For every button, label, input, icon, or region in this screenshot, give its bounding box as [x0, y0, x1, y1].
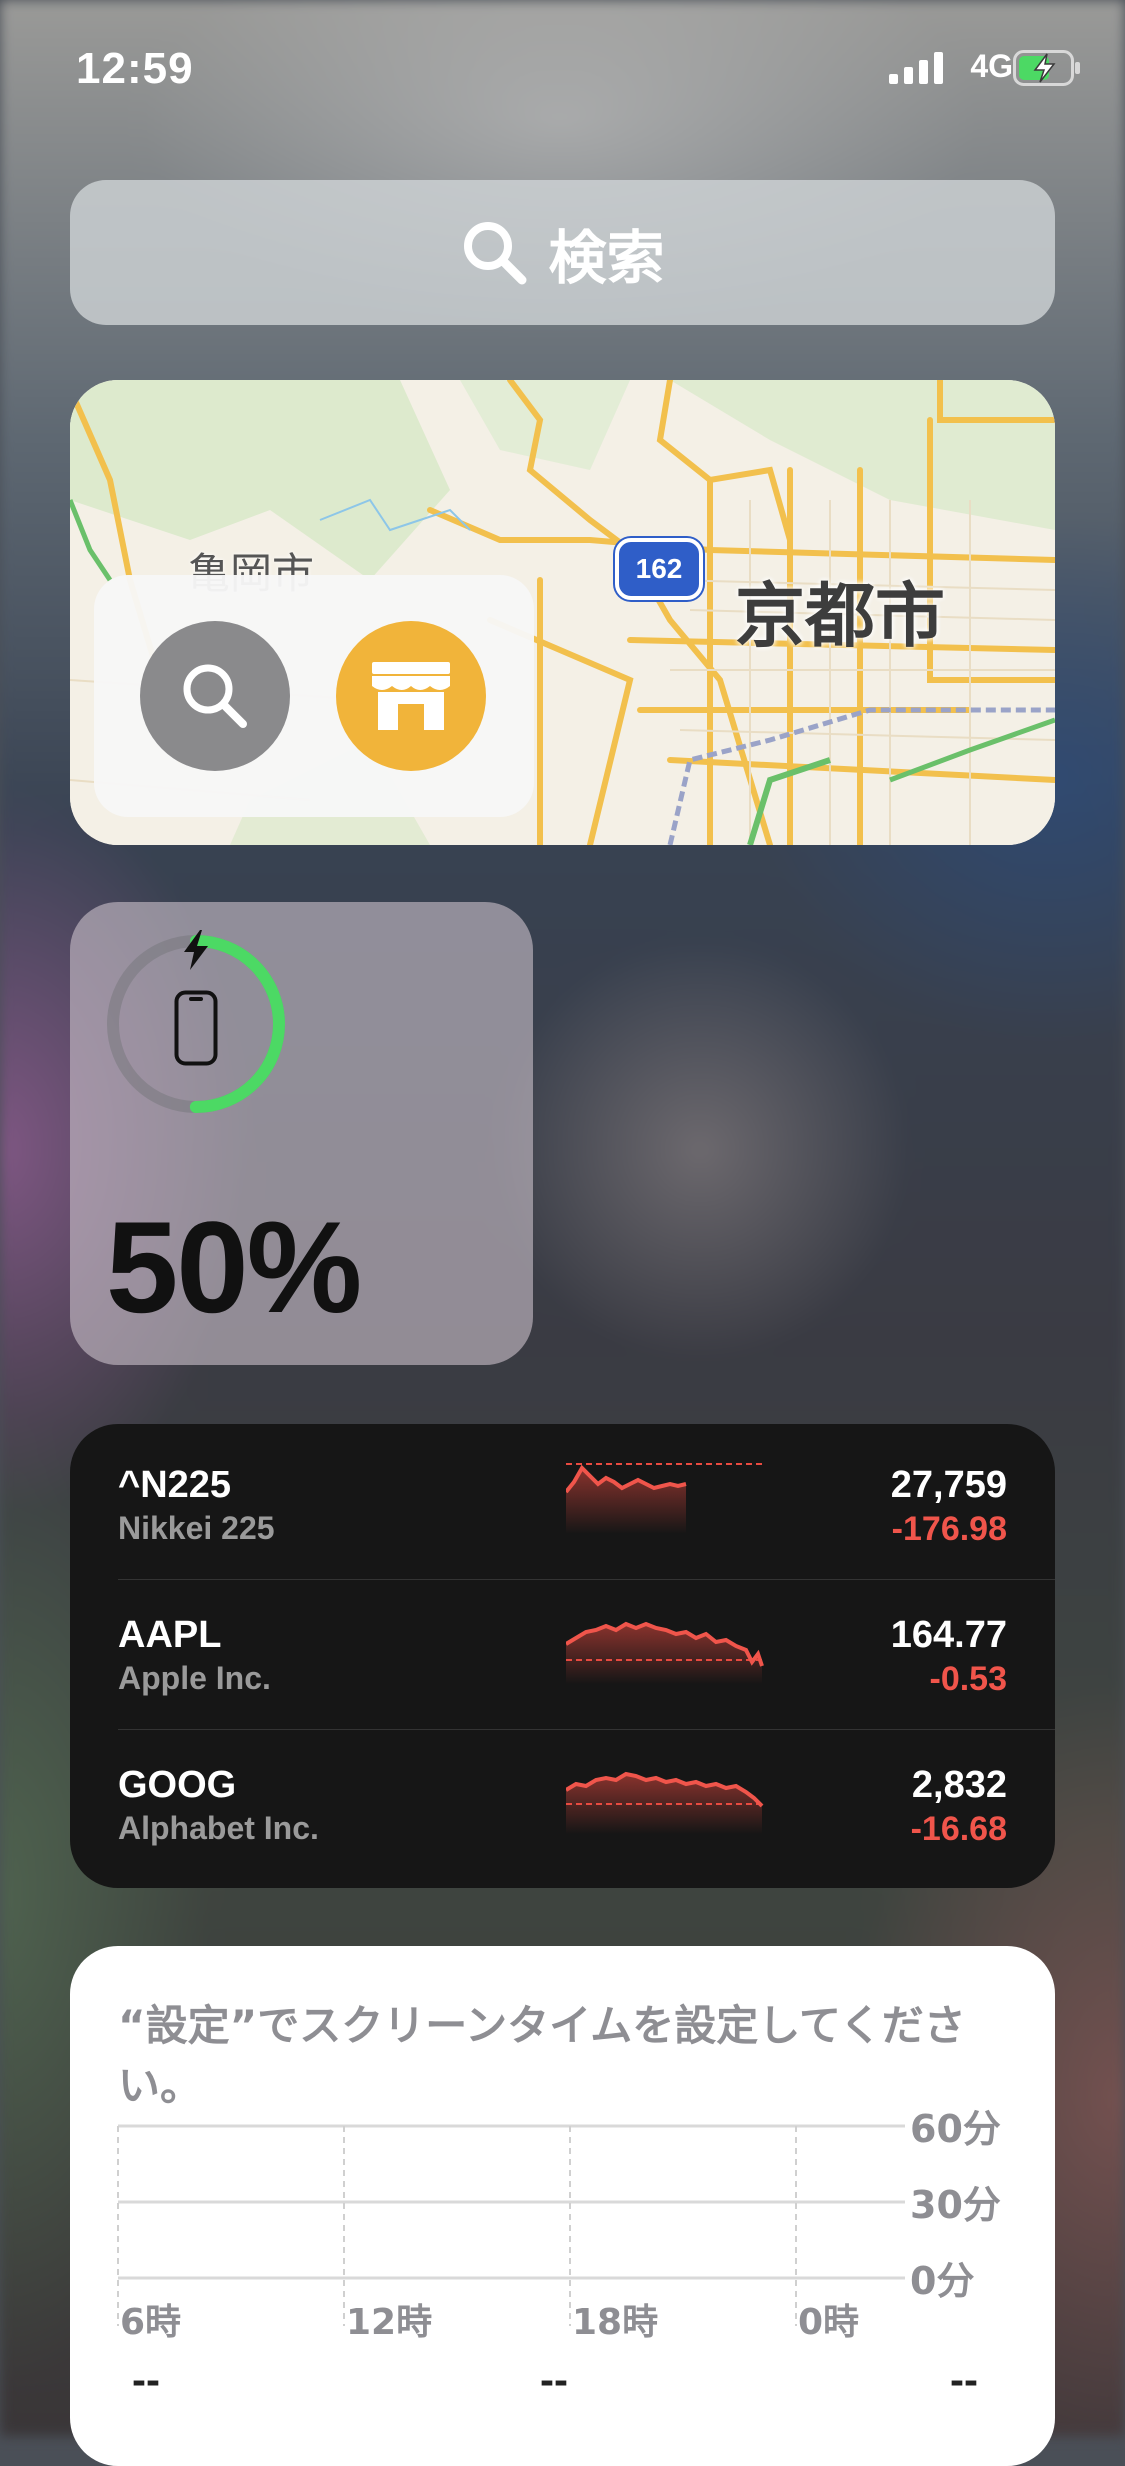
y-tick-label: 0分 [910, 2259, 974, 2303]
stock-price: 164.77 [890, 1614, 1007, 1656]
stock-row[interactable]: AAPL Apple Inc. 164.77 -0.53 [70, 1574, 1055, 1724]
stock-symbol: ^N225 [118, 1464, 232, 1506]
search-bar[interactable]: 検索 [70, 180, 1055, 325]
map-search-button[interactable] [140, 621, 290, 771]
stock-change: -176.98 [891, 1510, 1007, 1548]
stock-sparkline [566, 1771, 764, 1834]
battery-charging-icon [1013, 50, 1080, 86]
stock-price: 2,832 [911, 1764, 1007, 1806]
search-label: 検索 [548, 223, 665, 292]
stock-sparkline [566, 1463, 762, 1534]
stock-price: 27,759 [890, 1464, 1007, 1506]
stock-change: -0.53 [929, 1660, 1008, 1698]
status-time: 12:59 [76, 44, 194, 93]
battery-percent: 50% [106, 1194, 362, 1340]
screen-time-summary: -- [540, 2356, 568, 2403]
iphone-icon [174, 990, 218, 1066]
screen-time-widget[interactable]: “設定”でスクリーンタイムを設定してください。 60分 30分 0分 6時 12… [70, 1946, 1055, 2466]
storefront-icon [372, 662, 450, 730]
map-shop-button[interactable] [336, 621, 486, 771]
stock-name: Alphabet Inc. [118, 1810, 319, 1846]
x-tick-label: 12時 [346, 2302, 432, 2343]
stock-change: -16.68 [910, 1810, 1007, 1848]
search-icon [464, 221, 527, 284]
screen-time-summary: -- [132, 2356, 160, 2403]
cellular-signal-icon [889, 52, 943, 84]
search-icon [183, 664, 247, 728]
map-actions-panel [94, 575, 534, 817]
stock-row[interactable]: ^N225 Nikkei 225 27,759 -176.98 [70, 1424, 1055, 1574]
screen-time-summary: -- [950, 2356, 978, 2403]
x-tick-label: 18時 [572, 2302, 658, 2343]
stock-row[interactable]: GOOG Alphabet Inc. 2,832 -16.68 [70, 1724, 1055, 1874]
network-type: 4G [970, 48, 1013, 84]
stock-sparkline [566, 1621, 764, 1684]
status-bar: 12:59 4G [0, 0, 1125, 140]
stock-symbol: AAPL [118, 1614, 222, 1656]
city-label: 京都市 [735, 575, 945, 657]
stock-name: Apple Inc. [118, 1660, 271, 1696]
screen-time-chart: 60分 30分 0分 6時 12時 18時 0時 [117, 2107, 1001, 2343]
stocks-widget[interactable]: ^N225 Nikkei 225 27,759 -176.98 AAPL App… [70, 1424, 1055, 1888]
y-tick-label: 30分 [910, 2183, 1001, 2227]
y-tick-label: 60分 [910, 2107, 1001, 2151]
stock-name: Nikkei 225 [118, 1510, 275, 1546]
charging-bolt-icon [184, 930, 208, 970]
x-tick-label: 6時 [120, 2302, 181, 2343]
route-shield: 162 [615, 538, 703, 600]
stock-symbol: GOOG [118, 1764, 237, 1806]
maps-widget[interactable]: 亀岡市 162 京都市 [70, 380, 1055, 845]
x-tick-label: 0時 [798, 2302, 859, 2343]
battery-widget[interactable]: 50% [70, 902, 533, 1365]
